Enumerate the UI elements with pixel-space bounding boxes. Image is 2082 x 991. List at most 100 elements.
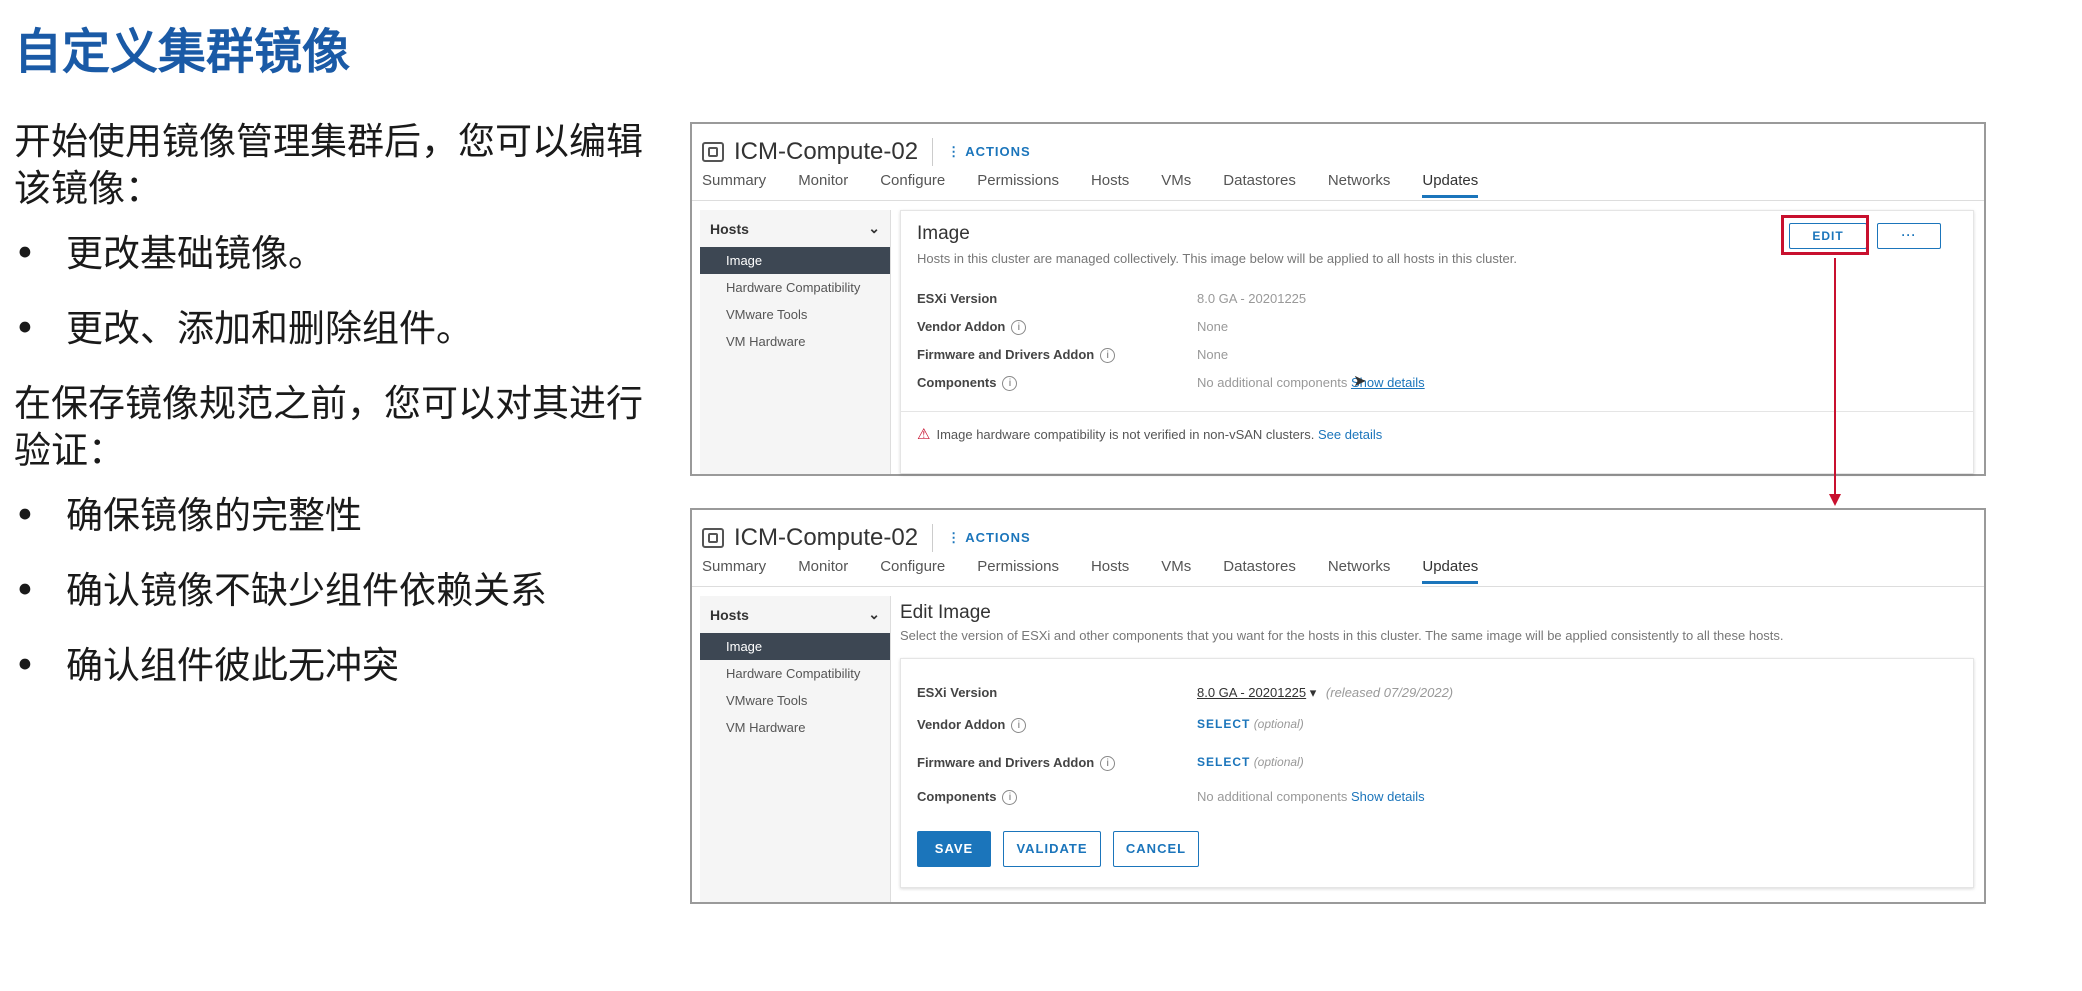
edit-bullet: • 更改、添加和删除组件。 — [14, 307, 473, 350]
highlight-box — [1781, 215, 1869, 255]
compatibility-warning: ⚠ Image hardware compatibility is not ver… — [917, 426, 1383, 443]
tab-networks[interactable]: Networks — [1328, 558, 1391, 584]
vendor-addon-label: Vendor Addon i — [917, 319, 1027, 336]
vendor-addon-label: Vendor Addon i — [917, 717, 1027, 734]
actions-menu[interactable]: ⋮ ACTIONS — [947, 530, 1031, 546]
tab-summary[interactable]: Summary — [702, 172, 766, 198]
tab-summary[interactable]: Summary — [702, 558, 766, 584]
image-view-screenshot: ICM-Compute-02 ⋮ ACTIONS Summary Monitor… — [690, 122, 1986, 476]
tab-divider — [692, 586, 1984, 587]
firmware-optional-text: (optional) — [1253, 755, 1304, 769]
firmware-addon-field: SELECT (optional) — [1197, 755, 1304, 769]
edit-image-screenshot: ICM-Compute-02 ⋮ ACTIONS Summary Monitor… — [690, 508, 1986, 904]
nav-item-hardware-compatibility[interactable]: Hardware Compatibility — [700, 660, 890, 687]
vendor-optional-text: (optional) — [1253, 717, 1304, 731]
esxi-version-value: 8.0 GA - 20201225 — [1197, 291, 1307, 306]
firmware-addon-value: None — [1197, 347, 1229, 362]
validate-intro-text: 在保存镜像规范之前，您可以对其进行验证： — [14, 382, 643, 472]
nav-group-hosts[interactable]: Hosts ⌄ — [700, 596, 890, 633]
warning-icon: ⚠ — [917, 426, 931, 443]
edit-image-card: ESXi Version 8.0 GA - 20201225 ▾ (releas… — [900, 658, 1974, 888]
components-value: No additional components Show details — [1197, 375, 1425, 390]
arrow-head — [1829, 494, 1841, 506]
tab-permissions[interactable]: Permissions — [977, 558, 1059, 584]
firmware-addon-label: Firmware and Drivers Addon i — [917, 347, 1116, 364]
mouse-cursor-icon: ➤ — [1353, 373, 1367, 390]
nav-group-hosts[interactable]: Hosts ⌄ — [700, 210, 890, 247]
show-details-link[interactable]: Show details — [1351, 789, 1425, 804]
tab-monitor[interactable]: Monitor — [798, 558, 848, 584]
intro-text: 开始使用镜像管理集群后，您可以编辑该镜像： — [14, 120, 643, 210]
nav-item-vm-hardware[interactable]: VM Hardware — [700, 328, 890, 355]
tab-configure[interactable]: Configure — [880, 558, 945, 584]
components-label: Components i — [917, 789, 1018, 806]
validate-button[interactable]: VALIDATE — [1003, 831, 1101, 867]
more-button[interactable]: ··· — [1877, 223, 1941, 249]
tab-updates[interactable]: Updates — [1422, 558, 1479, 584]
tab-permissions[interactable]: Permissions — [977, 172, 1059, 198]
tab-configure[interactable]: Configure — [880, 172, 945, 198]
image-description: Hosts in this cluster are managed collec… — [917, 251, 1517, 266]
firmware-select-link[interactable]: SELECT — [1197, 755, 1250, 769]
tab-monitor[interactable]: Monitor — [798, 172, 848, 198]
info-icon[interactable]: i — [1002, 376, 1018, 392]
info-icon[interactable]: i — [1011, 320, 1027, 336]
slide-text-column: 开始使用镜像管理集群后，您可以编辑该镜像： • 更改基础镜像。 • 更改、添加和删除… — [14, 118, 654, 717]
tab-networks[interactable]: Networks — [1328, 172, 1391, 198]
vendor-addon-value: None — [1197, 319, 1229, 334]
tab-vms[interactable]: VMs — [1161, 172, 1191, 198]
esxi-version-label: ESXi Version — [917, 291, 998, 306]
divider — [901, 411, 1973, 412]
cancel-button[interactable]: CANCEL — [1113, 831, 1199, 867]
vendor-select-link[interactable]: SELECT — [1197, 717, 1250, 731]
nav-item-vm-hardware[interactable]: VM Hardware — [700, 714, 890, 741]
info-icon[interactable]: i — [1100, 756, 1116, 772]
save-button[interactable]: SAVE — [917, 831, 991, 867]
edit-image-content: Edit Image Select the version of ESXi an… — [900, 596, 1974, 902]
nav-item-image[interactable]: Image — [700, 633, 890, 660]
esxi-version-label: ESXi Version — [917, 685, 998, 700]
side-nav: Hosts ⌄ Image Hardware Compatibility VMw… — [700, 596, 891, 902]
tab-bar: Summary Monitor Configure Permissions Ho… — [702, 558, 1510, 584]
validate-bullet: • 确保镜像的完整性 — [14, 494, 362, 537]
edit-bullet: • 更改基础镜像。 — [14, 232, 325, 275]
tab-vms[interactable]: VMs — [1161, 558, 1191, 584]
info-icon[interactable]: i — [1011, 718, 1027, 734]
object-name: ICM-Compute-02 — [734, 138, 919, 165]
nav-item-vmware-tools[interactable]: VMware Tools — [700, 301, 890, 328]
tab-divider — [692, 200, 1984, 201]
tab-hosts[interactable]: Hosts — [1091, 558, 1129, 584]
nav-item-vmware-tools[interactable]: VMware Tools — [700, 687, 890, 714]
tab-datastores[interactable]: Datastores — [1223, 172, 1296, 198]
flow-arrow — [1829, 258, 1841, 506]
validate-bullet: • 确认组件彼此无冲突 — [14, 644, 399, 687]
components-label: Components i — [917, 375, 1018, 392]
tab-hosts[interactable]: Hosts — [1091, 172, 1129, 198]
esxi-version-field: 8.0 GA - 20201225 ▾ (released 07/29/2022… — [1197, 685, 1453, 701]
object-header: ICM-Compute-02 ⋮ ACTIONS — [702, 518, 1031, 558]
chevron-down-icon: ⌄ — [868, 606, 880, 622]
image-heading: Image — [917, 223, 970, 244]
vendor-addon-field: SELECT (optional) — [1197, 717, 1304, 731]
side-nav: Hosts ⌄ Image Hardware Compatibility VMw… — [700, 210, 891, 474]
edit-image-heading: Edit Image — [900, 602, 991, 623]
info-icon[interactable]: i — [1100, 348, 1116, 364]
divider — [932, 138, 934, 166]
cluster-icon — [702, 528, 724, 548]
esxi-version-dropdown[interactable]: 8.0 GA - 20201225 — [1197, 685, 1306, 700]
nav-item-hardware-compatibility[interactable]: Hardware Compatibility — [700, 274, 890, 301]
esxi-release-date: (released 07/29/2022) — [1325, 685, 1454, 700]
nav-item-image[interactable]: Image — [700, 247, 890, 274]
see-details-link[interactable]: See details — [1318, 427, 1382, 442]
cluster-icon — [702, 142, 724, 162]
object-header: ICM-Compute-02 ⋮ ACTIONS — [702, 132, 1031, 172]
edit-image-description: Select the version of ESXi and other com… — [900, 628, 1784, 643]
chevron-down-icon: ⌄ — [868, 220, 880, 236]
tab-datastores[interactable]: Datastores — [1223, 558, 1296, 584]
chevron-down-icon: ▾ — [1306, 685, 1317, 700]
tab-updates[interactable]: Updates — [1422, 172, 1479, 198]
info-icon[interactable]: i — [1002, 790, 1018, 806]
firmware-addon-label: Firmware and Drivers Addon i — [917, 755, 1116, 772]
components-value: No additional components Show details — [1197, 789, 1425, 804]
actions-menu[interactable]: ⋮ ACTIONS — [947, 144, 1031, 160]
